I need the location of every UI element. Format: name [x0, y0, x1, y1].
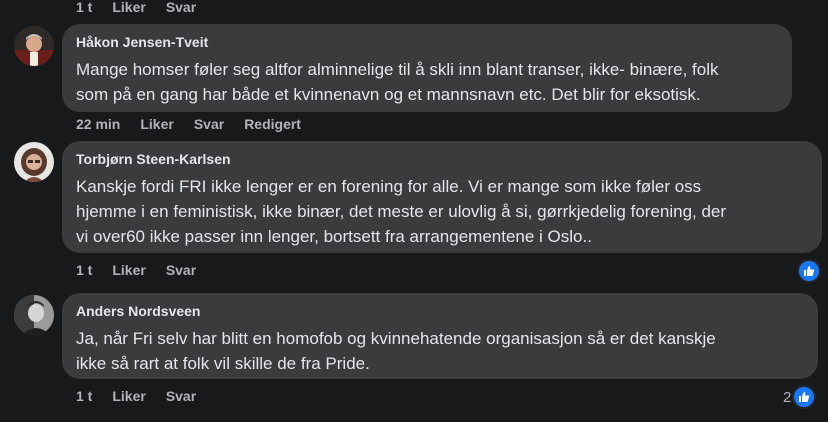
edited-label: Redigert — [244, 116, 301, 132]
reply-button[interactable]: Svar — [166, 0, 196, 15]
like-button[interactable]: Liker — [112, 388, 145, 404]
comment-text-line: Mange homser føler seg altfor alminnelig… — [76, 60, 719, 79]
reaction-summary[interactable] — [797, 259, 821, 283]
avatar[interactable] — [14, 295, 54, 335]
comment-actions-top: 1 t Liker Svar — [76, 0, 216, 15]
reply-button[interactable]: Svar — [166, 262, 196, 278]
reaction-summary[interactable]: 2 — [783, 385, 817, 409]
comment-author[interactable]: Anders Nordsveen — [76, 303, 804, 320]
profile-photo-icon — [14, 26, 54, 66]
comment-text-line: vi over60 ikke passer inn lenger, bortse… — [76, 227, 592, 246]
comment-thread: 1 t Liker Svar Håkon Jensen-Tveit Mange … — [0, 0, 828, 422]
comment-actions: 1 t Liker Svar — [76, 388, 216, 404]
thumbs-up-icon — [797, 259, 821, 283]
profile-photo-icon — [14, 142, 54, 182]
comment-bubble: Torbjørn Steen-Karlsen Kanskje fordi FRI… — [62, 141, 822, 253]
thumbs-up-icon — [792, 385, 817, 409]
comment-timestamp[interactable]: 22 min — [76, 116, 120, 132]
comment-actions: 22 min Liker Svar Redigert — [76, 116, 321, 132]
avatar[interactable] — [14, 142, 54, 182]
comment-timestamp[interactable]: 1 t — [76, 388, 92, 404]
avatar[interactable] — [14, 26, 54, 66]
comment-bubble: Håkon Jensen-Tveit Mange homser føler se… — [62, 24, 792, 112]
comment-timestamp[interactable]: 1 t — [76, 0, 92, 15]
comment-author[interactable]: Torbjørn Steen-Karlsen — [76, 151, 808, 168]
comment-text-line: hjemme i en feministisk, ikke binær, det… — [76, 202, 727, 221]
comment-author[interactable]: Håkon Jensen-Tveit — [76, 34, 778, 51]
reply-button[interactable]: Svar — [194, 116, 224, 132]
comment-actions: 1 t Liker Svar — [76, 262, 216, 278]
like-button[interactable]: Liker — [112, 262, 145, 278]
comment-text: Kanskje fordi FRI ikke lenger er en fore… — [76, 174, 808, 249]
comment-text-line: Kanskje fordi FRI ikke lenger er en fore… — [76, 177, 702, 196]
comment-bubble: Anders Nordsveen Ja, når Fri selv har bl… — [62, 293, 818, 379]
comment-text: Ja, når Fri selv har blitt en homofob og… — [76, 326, 804, 376]
comment-text: Mange homser føler seg altfor alminnelig… — [76, 57, 778, 107]
comment-text-line: som på en gang har både et kvinnenavn og… — [76, 85, 701, 104]
comment-text-line: ikke så rart at folk vil skille de fra P… — [76, 354, 370, 373]
reaction-count: 2 — [783, 388, 792, 406]
comment-text-line: Ja, når Fri selv har blitt en homofob og… — [76, 329, 716, 348]
profile-photo-icon — [14, 295, 54, 335]
comment-timestamp[interactable]: 1 t — [76, 262, 92, 278]
like-button[interactable]: Liker — [112, 0, 145, 15]
like-button[interactable]: Liker — [140, 116, 173, 132]
reply-button[interactable]: Svar — [166, 388, 196, 404]
